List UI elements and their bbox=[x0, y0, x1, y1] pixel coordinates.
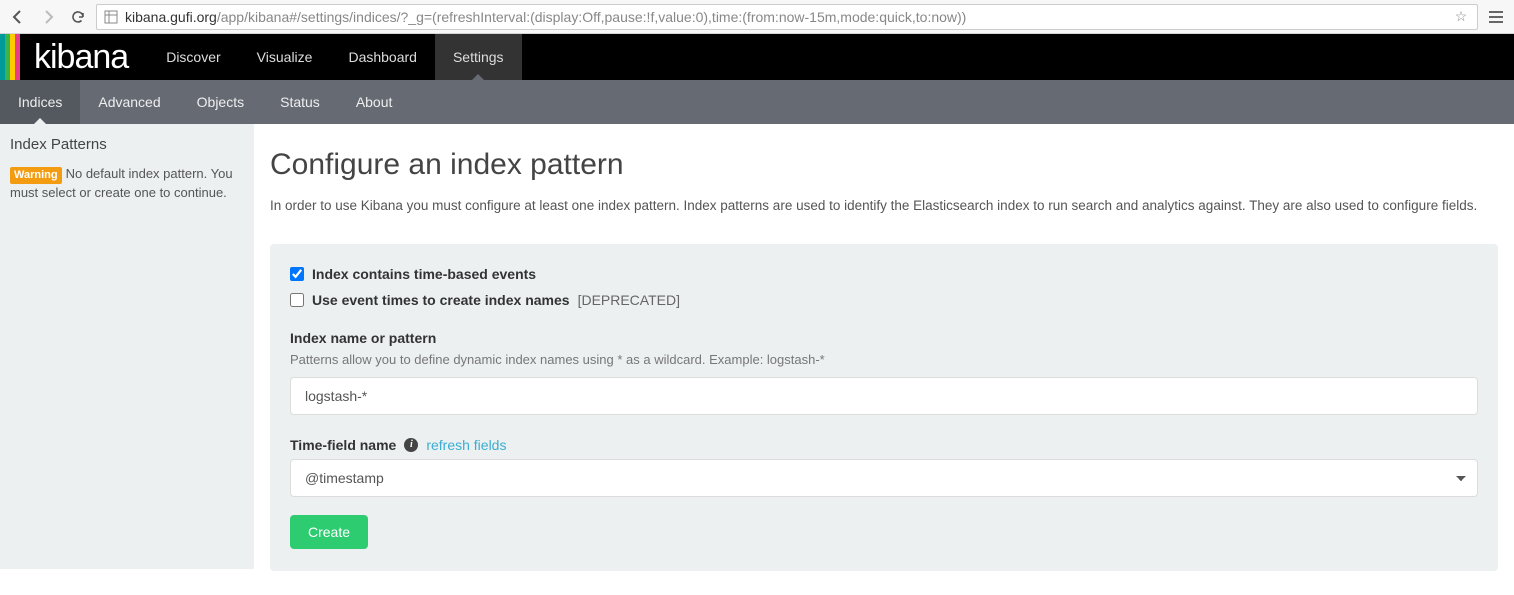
subnav-status[interactable]: Status bbox=[262, 80, 338, 124]
info-icon[interactable]: i bbox=[404, 438, 418, 452]
subnav-advanced[interactable]: Advanced bbox=[80, 80, 178, 124]
index-pattern-form: Index contains time-based events Use eve… bbox=[270, 244, 1498, 571]
site-icon bbox=[103, 10, 119, 24]
warning-badge: Warning bbox=[10, 167, 62, 184]
kibana-logo[interactable]: kibana bbox=[20, 34, 148, 80]
subnav-objects[interactable]: Objects bbox=[179, 80, 262, 124]
back-button[interactable] bbox=[6, 5, 30, 29]
sidebar: Index Patterns WarningNo default index p… bbox=[0, 124, 254, 569]
url-path: /app/kibana#/settings/indices/?_g=(refre… bbox=[217, 9, 967, 25]
time-based-label: Index contains time-based events bbox=[312, 266, 536, 282]
nav-dashboard[interactable]: Dashboard bbox=[330, 34, 435, 80]
primary-nav-links: Discover Visualize Dashboard Settings bbox=[148, 34, 521, 80]
sidebar-heading: Index Patterns bbox=[10, 136, 244, 153]
sidebar-warning: WarningNo default index pattern. You mus… bbox=[10, 165, 244, 203]
time-field-select[interactable]: @timestamp bbox=[290, 459, 1478, 497]
time-based-checkbox-row: Index contains time-based events bbox=[290, 266, 1478, 282]
forward-button[interactable] bbox=[36, 5, 60, 29]
nav-visualize[interactable]: Visualize bbox=[239, 34, 331, 80]
index-name-input[interactable] bbox=[290, 377, 1478, 415]
main-content: Configure an index pattern In order to u… bbox=[254, 124, 1514, 595]
event-times-checkbox-row: Use event times to create index names [D… bbox=[290, 292, 1478, 308]
browser-toolbar: kibana.gufi.org/app/kibana#/settings/ind… bbox=[0, 0, 1514, 34]
browser-menu-icon[interactable] bbox=[1484, 5, 1508, 29]
url-host: kibana.gufi.org bbox=[125, 9, 217, 25]
time-based-checkbox[interactable] bbox=[290, 267, 304, 281]
subnav-indices[interactable]: Indices bbox=[0, 80, 80, 124]
nav-discover[interactable]: Discover bbox=[148, 34, 238, 80]
time-field-label: Time-field name bbox=[290, 437, 396, 453]
create-button[interactable]: Create bbox=[290, 515, 368, 549]
event-times-label: Use event times to create index names bbox=[312, 292, 570, 308]
nav-settings[interactable]: Settings bbox=[435, 34, 522, 80]
index-name-hint: Patterns allow you to define dynamic ind… bbox=[290, 352, 1478, 367]
subnav-about[interactable]: About bbox=[338, 80, 411, 124]
settings-subnav: Indices Advanced Objects Status About bbox=[0, 80, 1514, 124]
event-times-checkbox[interactable] bbox=[290, 293, 304, 307]
index-name-label: Index name or pattern bbox=[290, 330, 1478, 346]
primary-nav: kibana Discover Visualize Dashboard Sett… bbox=[0, 34, 1514, 80]
address-bar[interactable]: kibana.gufi.org/app/kibana#/settings/ind… bbox=[96, 4, 1478, 30]
time-field-label-row: Time-field name i refresh fields bbox=[290, 437, 1478, 453]
page-title: Configure an index pattern bbox=[270, 148, 1498, 182]
page-lead: In order to use Kibana you must configur… bbox=[270, 196, 1498, 216]
page-body: Index Patterns WarningNo default index p… bbox=[0, 124, 1514, 595]
reload-button[interactable] bbox=[66, 5, 90, 29]
refresh-fields-link[interactable]: refresh fields bbox=[426, 437, 506, 453]
deprecated-tag: [DEPRECATED] bbox=[578, 292, 680, 308]
bookmark-star-icon[interactable]: ☆ bbox=[1451, 8, 1471, 25]
